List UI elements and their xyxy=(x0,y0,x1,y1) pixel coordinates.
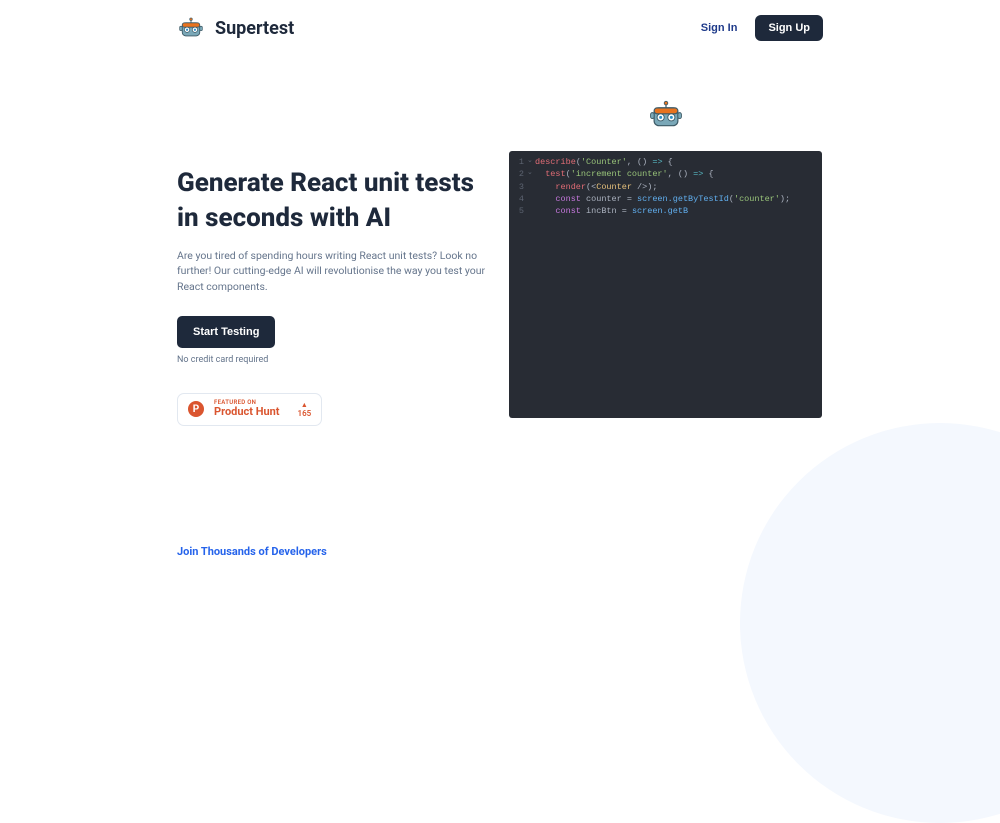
hero-description: Are you tired of spending hours writing … xyxy=(177,248,487,294)
product-hunt-text: FEATURED ON Product Hunt xyxy=(214,400,280,419)
signup-button[interactable]: Sign Up xyxy=(755,15,823,41)
robot-decoration xyxy=(509,96,822,141)
signin-button[interactable]: Sign In xyxy=(701,22,738,34)
start-testing-button[interactable]: Start Testing xyxy=(177,316,275,348)
vote-count: 165 xyxy=(298,409,312,418)
no-credit-note: No credit card required xyxy=(177,355,487,365)
background-decoration xyxy=(740,423,1000,823)
main-content: Generate React unit tests in seconds wit… xyxy=(0,56,1000,426)
code-content: render(<Counter />); xyxy=(533,181,657,193)
code-line: 3 render(<Counter />); xyxy=(509,181,822,193)
code-line: 2⌄ test('increment counter', () => { xyxy=(509,168,822,180)
header: Supertest Sign In Sign Up xyxy=(0,0,1000,56)
hero-title: Generate React unit tests in seconds wit… xyxy=(177,166,487,236)
code-line: 5 const incBtn = screen.getB xyxy=(509,205,822,217)
robot-icon-large xyxy=(647,100,685,144)
code-content: test('increment counter', () => { xyxy=(533,168,714,180)
product-hunt-badge[interactable]: P FEATURED ON Product Hunt ▲ 165 xyxy=(177,393,322,426)
code-content: describe('Counter', () => { xyxy=(533,156,673,168)
code-preview-section: 1⌄describe('Counter', () => {2⌄ test('in… xyxy=(509,96,822,426)
line-number: 3 xyxy=(509,181,527,193)
line-number: 2 xyxy=(509,168,527,180)
auth-buttons: Sign In Sign Up xyxy=(701,15,823,41)
product-hunt-votes: ▲ 165 xyxy=(298,401,312,418)
robot-icon xyxy=(177,14,205,42)
code-line: 1⌄describe('Counter', () => { xyxy=(509,156,822,168)
product-hunt-icon: P xyxy=(188,401,204,417)
brand-name: Supertest xyxy=(215,18,294,39)
code-editor: 1⌄describe('Counter', () => {2⌄ test('in… xyxy=(509,151,822,418)
product-hunt-main: Product Hunt xyxy=(214,406,280,418)
logo-section[interactable]: Supertest xyxy=(177,14,294,42)
upvote-icon: ▲ xyxy=(301,401,308,409)
line-number: 4 xyxy=(509,193,527,205)
footer-tagline: Join Thousands of Developers xyxy=(177,545,327,558)
code-line: 4 const counter = screen.getByTestId('co… xyxy=(509,193,822,205)
line-number: 5 xyxy=(509,205,527,217)
line-number: 1 xyxy=(509,156,527,168)
code-content: const counter = screen.getByTestId('coun… xyxy=(533,193,790,205)
hero-section: Generate React unit tests in seconds wit… xyxy=(177,96,487,426)
code-content: const incBtn = screen.getB xyxy=(533,205,688,217)
